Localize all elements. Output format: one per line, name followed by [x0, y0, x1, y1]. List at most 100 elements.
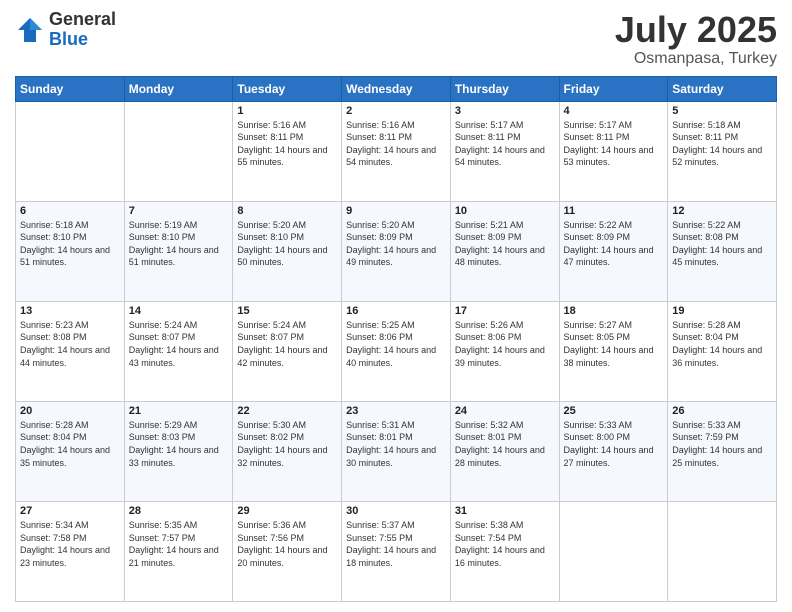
cell-date: 24 [455, 405, 555, 417]
cell-sunrise: Sunrise: 5:29 AM [129, 420, 198, 430]
calendar-cell-w1d3: 9 Sunrise: 5:20 AM Sunset: 8:09 PM Dayli… [342, 201, 451, 301]
cell-date: 14 [129, 305, 229, 317]
cell-sunrise: Sunrise: 5:37 AM [346, 520, 415, 530]
calendar-cell-w1d1: 7 Sunrise: 5:19 AM Sunset: 8:10 PM Dayli… [124, 201, 233, 301]
cell-sunset: Sunset: 8:06 PM [455, 332, 522, 342]
cell-date: 28 [129, 505, 229, 517]
cell-date: 7 [129, 205, 229, 217]
calendar-cell-w0d4: 3 Sunrise: 5:17 AM Sunset: 8:11 PM Dayli… [450, 101, 559, 201]
header-monday: Monday [124, 76, 233, 101]
logo-text: General Blue [49, 10, 116, 50]
title-month: July 2025 [615, 10, 777, 50]
cell-sunrise: Sunrise: 5:25 AM [346, 320, 415, 330]
cell-sunrise: Sunrise: 5:33 AM [564, 420, 633, 430]
header-sunday: Sunday [16, 76, 125, 101]
cell-sunset: Sunset: 8:09 PM [346, 232, 413, 242]
calendar-cell-w0d6: 5 Sunrise: 5:18 AM Sunset: 8:11 PM Dayli… [668, 101, 777, 201]
cell-daylight: Daylight: 14 hours and 52 minutes. [672, 145, 762, 168]
cell-daylight: Daylight: 14 hours and 48 minutes. [455, 245, 545, 268]
calendar-cell-w4d1: 28 Sunrise: 5:35 AM Sunset: 7:57 PM Dayl… [124, 501, 233, 601]
cell-date: 17 [455, 305, 555, 317]
cell-date: 11 [564, 205, 664, 217]
cell-sunrise: Sunrise: 5:34 AM [20, 520, 89, 530]
cell-sunset: Sunset: 7:59 PM [672, 432, 739, 442]
calendar-cell-w2d4: 17 Sunrise: 5:26 AM Sunset: 8:06 PM Dayl… [450, 301, 559, 401]
calendar-cell-w3d3: 23 Sunrise: 5:31 AM Sunset: 8:01 PM Dayl… [342, 401, 451, 501]
cell-sunset: Sunset: 8:01 PM [455, 432, 522, 442]
cell-sunset: Sunset: 8:10 PM [20, 232, 87, 242]
cell-sunset: Sunset: 8:03 PM [129, 432, 196, 442]
logo-icon [15, 15, 45, 45]
cell-date: 8 [237, 205, 337, 217]
cell-sunrise: Sunrise: 5:16 AM [237, 120, 306, 130]
cell-sunset: Sunset: 8:05 PM [564, 332, 631, 342]
cell-daylight: Daylight: 14 hours and 40 minutes. [346, 345, 436, 368]
cell-date: 29 [237, 505, 337, 517]
cell-sunset: Sunset: 8:11 PM [346, 132, 412, 142]
week-row-3: 20 Sunrise: 5:28 AM Sunset: 8:04 PM Dayl… [16, 401, 777, 501]
cell-daylight: Daylight: 14 hours and 30 minutes. [346, 445, 436, 468]
cell-sunset: Sunset: 8:04 PM [20, 432, 87, 442]
cell-sunrise: Sunrise: 5:20 AM [346, 220, 415, 230]
cell-daylight: Daylight: 14 hours and 53 minutes. [564, 145, 654, 168]
cell-sunset: Sunset: 8:11 PM [237, 132, 303, 142]
header: General Blue July 2025 Osmanpasa, Turkey [15, 10, 777, 68]
week-row-2: 13 Sunrise: 5:23 AM Sunset: 8:08 PM Dayl… [16, 301, 777, 401]
calendar-cell-w1d4: 10 Sunrise: 5:21 AM Sunset: 8:09 PM Dayl… [450, 201, 559, 301]
cell-daylight: Daylight: 14 hours and 36 minutes. [672, 345, 762, 368]
header-thursday: Thursday [450, 76, 559, 101]
calendar-cell-w0d0 [16, 101, 125, 201]
cell-daylight: Daylight: 14 hours and 55 minutes. [237, 145, 327, 168]
cell-daylight: Daylight: 14 hours and 39 minutes. [455, 345, 545, 368]
cell-sunset: Sunset: 8:08 PM [672, 232, 739, 242]
calendar-cell-w2d0: 13 Sunrise: 5:23 AM Sunset: 8:08 PM Dayl… [16, 301, 125, 401]
cell-daylight: Daylight: 14 hours and 28 minutes. [455, 445, 545, 468]
header-tuesday: Tuesday [233, 76, 342, 101]
cell-daylight: Daylight: 14 hours and 23 minutes. [20, 545, 110, 568]
cell-sunrise: Sunrise: 5:35 AM [129, 520, 198, 530]
cell-sunrise: Sunrise: 5:28 AM [20, 420, 89, 430]
calendar-cell-w0d3: 2 Sunrise: 5:16 AM Sunset: 8:11 PM Dayli… [342, 101, 451, 201]
cell-date: 27 [20, 505, 120, 517]
cell-daylight: Daylight: 14 hours and 20 minutes. [237, 545, 327, 568]
calendar-cell-w3d1: 21 Sunrise: 5:29 AM Sunset: 8:03 PM Dayl… [124, 401, 233, 501]
calendar-cell-w3d4: 24 Sunrise: 5:32 AM Sunset: 8:01 PM Dayl… [450, 401, 559, 501]
cell-daylight: Daylight: 14 hours and 33 minutes. [129, 445, 219, 468]
cell-date: 10 [455, 205, 555, 217]
cell-daylight: Daylight: 14 hours and 54 minutes. [346, 145, 436, 168]
calendar-cell-w2d2: 15 Sunrise: 5:24 AM Sunset: 8:07 PM Dayl… [233, 301, 342, 401]
cell-daylight: Daylight: 14 hours and 47 minutes. [564, 245, 654, 268]
calendar-cell-w4d0: 27 Sunrise: 5:34 AM Sunset: 7:58 PM Dayl… [16, 501, 125, 601]
page: General Blue July 2025 Osmanpasa, Turkey… [0, 0, 792, 612]
calendar-cell-w4d3: 30 Sunrise: 5:37 AM Sunset: 7:55 PM Dayl… [342, 501, 451, 601]
calendar-cell-w3d5: 25 Sunrise: 5:33 AM Sunset: 8:00 PM Dayl… [559, 401, 668, 501]
cell-sunset: Sunset: 8:10 PM [237, 232, 304, 242]
cell-date: 19 [672, 305, 772, 317]
cell-sunset: Sunset: 7:58 PM [20, 533, 87, 543]
calendar-cell-w3d0: 20 Sunrise: 5:28 AM Sunset: 8:04 PM Dayl… [16, 401, 125, 501]
cell-sunset: Sunset: 8:11 PM [455, 132, 521, 142]
calendar-cell-w4d5 [559, 501, 668, 601]
cell-date: 23 [346, 405, 446, 417]
cell-daylight: Daylight: 14 hours and 21 minutes. [129, 545, 219, 568]
calendar-cell-w3d2: 22 Sunrise: 5:30 AM Sunset: 8:02 PM Dayl… [233, 401, 342, 501]
cell-sunset: Sunset: 7:54 PM [455, 533, 522, 543]
cell-sunset: Sunset: 8:00 PM [564, 432, 631, 442]
title-location: Osmanpasa, Turkey [615, 50, 777, 68]
cell-sunset: Sunset: 8:02 PM [237, 432, 304, 442]
calendar-cell-w2d3: 16 Sunrise: 5:25 AM Sunset: 8:06 PM Dayl… [342, 301, 451, 401]
calendar-cell-w1d6: 12 Sunrise: 5:22 AM Sunset: 8:08 PM Dayl… [668, 201, 777, 301]
cell-sunrise: Sunrise: 5:22 AM [564, 220, 633, 230]
cell-sunset: Sunset: 7:56 PM [237, 533, 304, 543]
cell-date: 12 [672, 205, 772, 217]
cell-sunset: Sunset: 8:06 PM [346, 332, 413, 342]
cell-sunrise: Sunrise: 5:17 AM [564, 120, 633, 130]
cell-sunrise: Sunrise: 5:18 AM [20, 220, 89, 230]
cell-daylight: Daylight: 14 hours and 25 minutes. [672, 445, 762, 468]
cell-sunrise: Sunrise: 5:23 AM [20, 320, 89, 330]
calendar-header-row: Sunday Monday Tuesday Wednesday Thursday… [16, 76, 777, 101]
cell-date: 26 [672, 405, 772, 417]
cell-sunrise: Sunrise: 5:36 AM [237, 520, 306, 530]
cell-sunset: Sunset: 8:04 PM [672, 332, 739, 342]
cell-date: 1 [237, 105, 337, 117]
